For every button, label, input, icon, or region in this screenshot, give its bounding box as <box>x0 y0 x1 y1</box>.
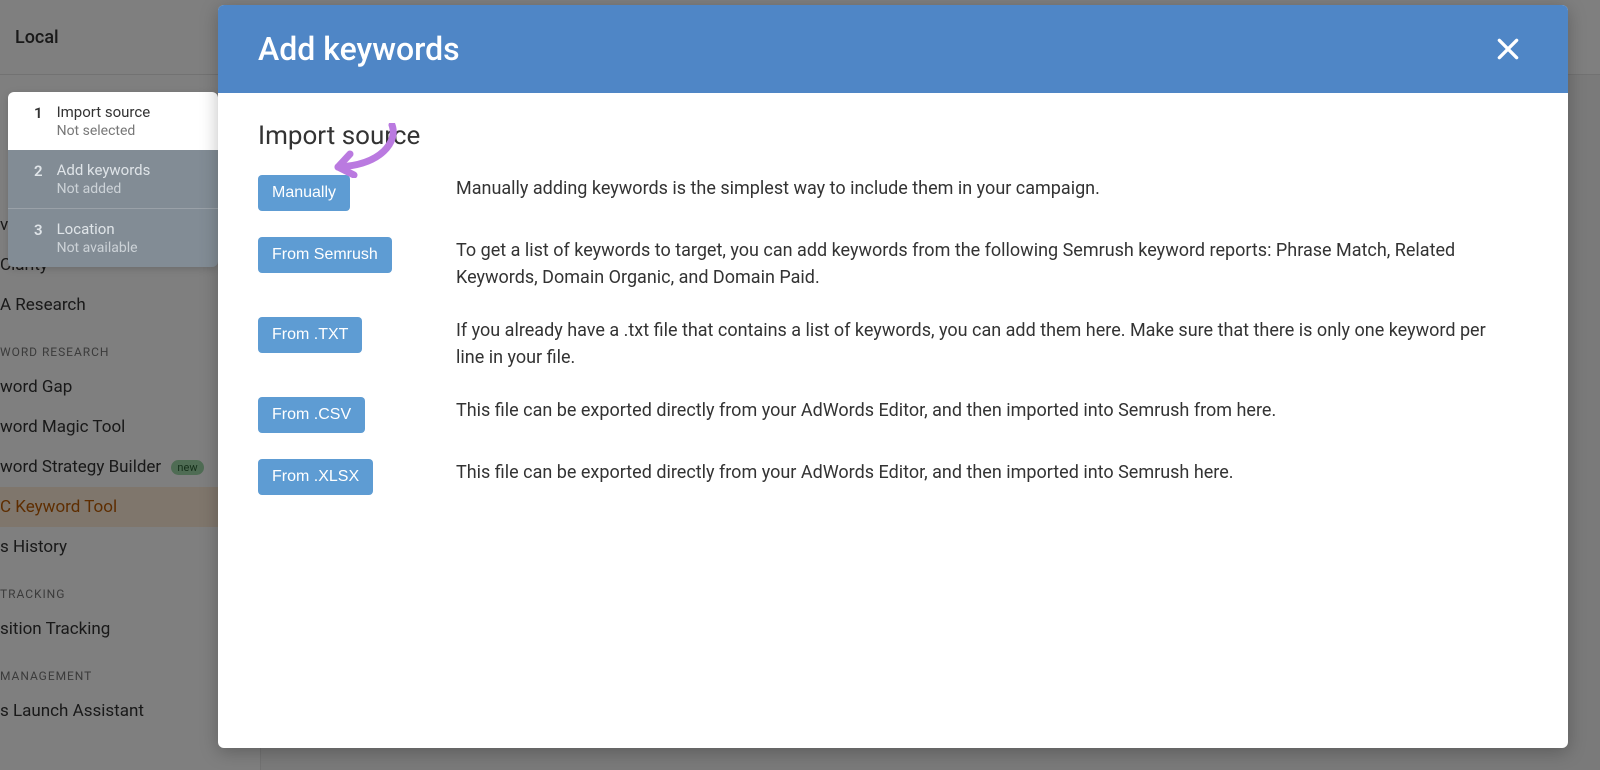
wizard-step-number: 2 <box>34 162 43 180</box>
close-button[interactable] <box>1488 29 1528 69</box>
source-row-txt: From .TXT If you already have a .txt fil… <box>258 317 1528 371</box>
source-row-semrush: From Semrush To get a list of keywords t… <box>258 237 1528 291</box>
modal-add-keywords: Add keywords Import source Manually Manu… <box>218 5 1568 748</box>
from-csv-button[interactable]: From .CSV <box>258 397 365 433</box>
wizard-step-title: Location <box>57 220 138 238</box>
modal-title: Add keywords <box>258 30 460 68</box>
wizard-step-subtitle: Not available <box>57 240 138 256</box>
from-xlsx-button[interactable]: From .XLSX <box>258 459 373 495</box>
wizard-step-subtitle: Not selected <box>57 123 151 139</box>
wizard-steps: 1 Import source Not selected 2 Add keywo… <box>8 92 218 267</box>
source-row-manually: Manually Manually adding keywords is the… <box>258 175 1528 211</box>
from-txt-button[interactable]: From .TXT <box>258 317 362 353</box>
wizard-step-number: 1 <box>34 104 43 122</box>
wizard-step-2[interactable]: 2 Add keywords Not added <box>8 150 218 208</box>
wizard-step-title: Import source <box>57 103 151 121</box>
wizard-step-subtitle: Not added <box>57 181 151 197</box>
close-icon <box>1495 36 1521 62</box>
source-desc: This file can be exported directly from … <box>456 459 1234 486</box>
source-desc: To get a list of keywords to target, you… <box>456 237 1496 291</box>
source-desc: This file can be exported directly from … <box>456 397 1276 424</box>
modal-body: Import source Manually Manually adding k… <box>218 93 1568 549</box>
wizard-step-number: 3 <box>34 221 43 239</box>
source-desc: Manually adding keywords is the simplest… <box>456 175 1100 202</box>
from-semrush-button[interactable]: From Semrush <box>258 237 392 273</box>
wizard-step-title: Add keywords <box>57 161 151 179</box>
source-row-xlsx: From .XLSX This file can be exported dir… <box>258 459 1528 495</box>
wizard-step-3[interactable]: 3 Location Not available <box>8 208 218 267</box>
section-title: Import source <box>258 121 420 151</box>
source-desc: If you already have a .txt file that con… <box>456 317 1496 371</box>
manually-button[interactable]: Manually <box>258 175 350 211</box>
source-row-csv: From .CSV This file can be exported dire… <box>258 397 1528 433</box>
wizard-step-1[interactable]: 1 Import source Not selected <box>8 92 218 150</box>
modal-header: Add keywords <box>218 5 1568 93</box>
